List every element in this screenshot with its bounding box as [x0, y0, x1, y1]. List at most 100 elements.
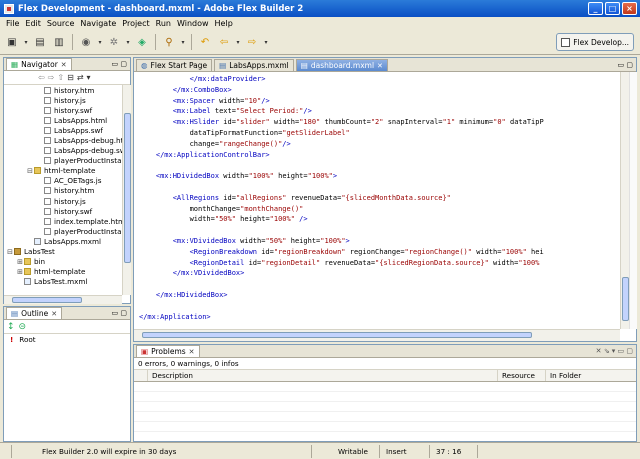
- tree-item[interactable]: index.template.html: [4, 216, 122, 226]
- code-token: thumbCount=: [320, 118, 371, 127]
- menu-window[interactable]: Window: [174, 19, 212, 28]
- close-icon[interactable]: ✕: [61, 61, 67, 69]
- tree-item[interactable]: history.htm: [4, 186, 122, 196]
- scroll-thumb[interactable]: [622, 277, 629, 321]
- scroll-thumb[interactable]: [12, 297, 82, 303]
- tree-item-label: LabsApps.mxml: [44, 236, 102, 246]
- code-token: <mx:HSlider: [139, 118, 224, 127]
- project-icon: [14, 248, 21, 256]
- outline-root-label: Root: [19, 335, 36, 344]
- navigator-vscroll[interactable]: [122, 85, 131, 295]
- code-line: <AllRegions id="allRegions" revenueData=…: [134, 193, 620, 204]
- tree-item[interactable]: ⊞ html-template: [4, 267, 122, 277]
- tree-item[interactable]: AC_OETags.js: [4, 176, 122, 186]
- link-editor-icon[interactable]: ⇄: [77, 73, 84, 82]
- tree-item[interactable]: history.swf: [4, 105, 122, 115]
- close-button[interactable]: ×: [622, 2, 637, 15]
- save-icon[interactable]: ▤: [32, 34, 48, 50]
- minimize-button[interactable]: _: [588, 2, 603, 15]
- tree-item[interactable]: history.htm: [4, 85, 122, 95]
- editor-vscroll[interactable]: [620, 72, 629, 329]
- collapse-icon[interactable]: ⊟: [6, 248, 14, 256]
- dropdown-icon[interactable]: ▾: [97, 34, 103, 50]
- menu-project[interactable]: Project: [119, 19, 152, 28]
- tree-item[interactable]: history.swf: [4, 206, 122, 216]
- code-token: "100%": [501, 247, 527, 256]
- dropdown-icon[interactable]: ▾: [235, 34, 241, 50]
- forward-icon[interactable]: ⇨: [48, 73, 55, 82]
- new-icon[interactable]: ▣: [4, 34, 20, 50]
- scroll-thumb[interactable]: [142, 332, 532, 338]
- close-icon[interactable]: ✕: [51, 310, 57, 318]
- code-token: id=: [261, 247, 274, 256]
- dropdown-icon[interactable]: ▾: [23, 34, 29, 50]
- collapse-all-icon[interactable]: ⊟: [67, 73, 74, 82]
- expand-icon[interactable]: ⊞: [16, 268, 24, 276]
- expand-icon[interactable]: ⊞: [16, 258, 24, 266]
- minimize-icon[interactable]: ▭ ▢: [112, 309, 127, 317]
- menu-source[interactable]: Source: [44, 19, 77, 28]
- tab-flex-start-page[interactable]: ◍ Flex Start Page: [136, 59, 213, 71]
- perspective-switcher[interactable]: Flex Develop...: [556, 33, 634, 51]
- outline-header: ▤ Outline ✕ ▭ ▢: [4, 307, 130, 320]
- debug-icon[interactable]: ✲: [106, 34, 122, 50]
- tree-item[interactable]: LabsTest.mxml: [4, 277, 122, 287]
- tree-item[interactable]: ⊟ html-template: [4, 166, 122, 176]
- dropdown-icon[interactable]: ▾: [180, 34, 186, 50]
- tab-dashboard-mxml[interactable]: ▤ dashboard.mxml ✕: [295, 59, 388, 71]
- tree-item[interactable]: ⊞ bin: [4, 257, 122, 267]
- tree-item[interactable]: LabsApps-debug.htm: [4, 135, 122, 145]
- dropdown-icon[interactable]: ▾: [263, 34, 269, 50]
- tab-labsapps-mxml[interactable]: ▤ LabsApps.mxml: [214, 59, 294, 71]
- problems-view-tools[interactable]: ✕ ⇘ ▾ ▭ ▢: [596, 347, 633, 355]
- run-icon[interactable]: ◉: [78, 34, 94, 50]
- up-icon[interactable]: ⇧: [57, 73, 64, 82]
- close-icon[interactable]: ✕: [189, 348, 195, 356]
- last-edit-icon[interactable]: ↶: [197, 34, 213, 50]
- tree-item[interactable]: LabsApps.html: [4, 115, 122, 125]
- back-icon[interactable]: ⇦: [38, 73, 45, 82]
- menu-file[interactable]: File: [3, 19, 22, 28]
- search-icon[interactable]: ⚲: [161, 34, 177, 50]
- column-in-folder[interactable]: In Folder: [546, 370, 636, 381]
- menu-edit[interactable]: Edit: [22, 19, 44, 28]
- navigator-hscroll[interactable]: [4, 295, 122, 304]
- dropdown-icon[interactable]: ▾: [125, 34, 131, 50]
- maximize-icon[interactable]: ▭ ▢: [618, 61, 633, 69]
- menu-run[interactable]: Run: [153, 19, 174, 28]
- editor-hscroll[interactable]: [134, 329, 620, 341]
- outline-root-item[interactable]: ! Root: [4, 334, 130, 345]
- tab-problems[interactable]: ▣ Problems ✕: [136, 345, 200, 357]
- sort-icon[interactable]: ↕: [7, 322, 15, 332]
- menu-navigate[interactable]: Navigate: [77, 19, 119, 28]
- tree-item[interactable]: LabsApps-debug.sw: [4, 146, 122, 156]
- filter-icon[interactable]: ⊝: [19, 322, 27, 332]
- tab-outline[interactable]: ▤ Outline ✕: [6, 307, 63, 319]
- scroll-thumb[interactable]: [124, 113, 131, 263]
- tree-item[interactable]: history.js: [4, 95, 122, 105]
- code-editor[interactable]: </mx:dataProvider> </mx:ComboBox> <mx:Sp…: [134, 72, 620, 329]
- collapse-icon[interactable]: ⊟: [26, 167, 34, 175]
- print-icon[interactable]: ▥: [51, 34, 67, 50]
- navigator-header: ▦ Navigator ✕ ▭ ▢: [4, 58, 130, 71]
- maximize-button[interactable]: □: [605, 2, 620, 15]
- status-icon: [0, 444, 12, 458]
- tree-item[interactable]: history.js: [4, 196, 122, 206]
- view-menu-icon[interactable]: ▾: [87, 73, 91, 82]
- forward-icon[interactable]: ⇨: [244, 34, 260, 50]
- close-icon[interactable]: ✕: [377, 62, 383, 70]
- tree-item[interactable]: playerProductInstall: [4, 156, 122, 166]
- tree-item[interactable]: LabsApps.swf: [4, 125, 122, 135]
- tree-item[interactable]: playerProductInstall: [4, 226, 122, 236]
- tree-item[interactable]: LabsApps.mxml: [4, 236, 122, 246]
- table-row: [134, 392, 636, 402]
- back-icon[interactable]: ⇦: [216, 34, 232, 50]
- minimize-icon[interactable]: ▭ ▢: [112, 60, 127, 68]
- menu-help[interactable]: Help: [212, 19, 236, 28]
- open-perspective-icon[interactable]: [561, 37, 571, 47]
- profile-icon[interactable]: ◈: [134, 34, 150, 50]
- tab-navigator[interactable]: ▦ Navigator ✕: [6, 58, 72, 70]
- column-resource[interactable]: Resource: [498, 370, 546, 381]
- column-description[interactable]: Description: [148, 370, 498, 381]
- tree-item[interactable]: ⊟ LabsTest: [4, 247, 122, 257]
